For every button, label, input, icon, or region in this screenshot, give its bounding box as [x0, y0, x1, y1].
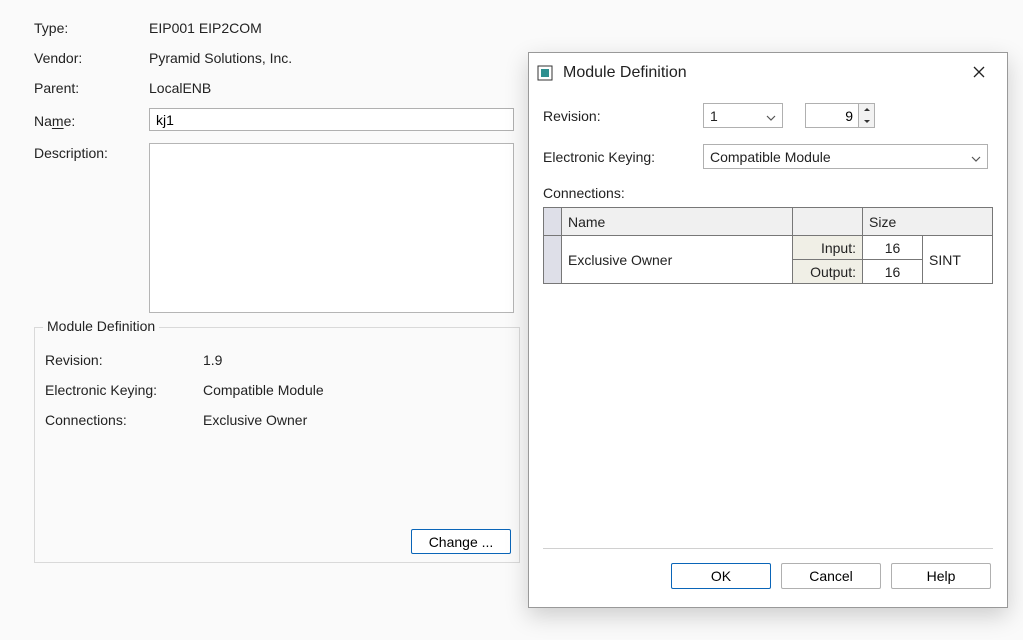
md-revision-row: Revision: 1.9: [45, 352, 519, 368]
vendor-value: Pyramid Solutions, Inc.: [149, 48, 292, 66]
md-conn-row: Connections: Exclusive Owner: [45, 412, 519, 428]
help-button[interactable]: Help: [891, 563, 991, 589]
revision-row: Revision: 1: [543, 103, 993, 128]
revision-major-select[interactable]: 1: [703, 103, 783, 128]
connections-table[interactable]: Name Size Exclusive Owner Input: 16 SINT: [543, 207, 993, 284]
close-icon: [973, 65, 985, 81]
type-label: Type:: [34, 18, 149, 36]
chevron-down-icon: [766, 108, 776, 124]
md-ek-label: Electronic Keying:: [45, 382, 203, 398]
connections-label: Connections:: [543, 185, 993, 201]
connections-header-name: Name: [562, 208, 793, 236]
name-input[interactable]: [149, 108, 514, 131]
ek-select-value: Compatible Module: [710, 149, 831, 165]
cancel-button[interactable]: Cancel: [781, 563, 881, 589]
parent-value: LocalENB: [149, 78, 211, 96]
connections-header-direction: [793, 208, 863, 236]
ek-select[interactable]: Compatible Module: [703, 144, 988, 169]
ok-button[interactable]: OK: [671, 563, 771, 589]
ek-label: Electronic Keying:: [543, 149, 703, 165]
connections-header-row-selector: [544, 208, 562, 236]
spinner-up-button[interactable]: [859, 104, 874, 116]
chevron-down-icon: [971, 149, 981, 165]
revision-major-value: 1: [710, 108, 718, 124]
close-button[interactable]: [959, 58, 999, 88]
revision-minor-spinner[interactable]: [805, 103, 875, 128]
properties-page: Type: EIP001 EIP2COM Vendor: Pyramid Sol…: [0, 0, 1023, 640]
parent-label: Parent:: [34, 78, 149, 96]
name-label-accel: m: [52, 113, 64, 129]
description-input[interactable]: [149, 143, 514, 313]
description-label: Description:: [34, 143, 149, 161]
module-definition-group: Module Definition Revision: 1.9 Electron…: [34, 327, 520, 563]
output-direction-label: Output:: [793, 260, 863, 284]
name-label: Name:: [34, 111, 149, 129]
dialog-body: Revision: 1: [529, 93, 1007, 563]
table-row-selector[interactable]: [544, 236, 562, 284]
change-button[interactable]: Change ...: [411, 529, 511, 554]
dialog-app-icon: [537, 65, 553, 81]
dialog-separator: [543, 548, 993, 549]
connection-name-cell[interactable]: Exclusive Owner: [562, 236, 793, 284]
md-conn-label: Connections:: [45, 412, 203, 428]
datatype-cell[interactable]: SINT: [923, 236, 993, 284]
type-value: EIP001 EIP2COM: [149, 18, 262, 36]
md-revision-label: Revision:: [45, 352, 203, 368]
output-size-cell[interactable]: 16: [863, 260, 923, 284]
connections-header-size: Size: [863, 208, 993, 236]
revision-minor-input[interactable]: [806, 104, 858, 127]
md-conn-value: Exclusive Owner: [203, 412, 307, 428]
revision-label: Revision:: [543, 108, 703, 124]
ek-row: Electronic Keying: Compatible Module: [543, 144, 993, 169]
input-size-cell[interactable]: 16: [863, 236, 923, 260]
module-definition-legend: Module Definition: [43, 318, 159, 334]
input-direction-label: Input:: [793, 236, 863, 260]
module-definition-dialog: Module Definition Revision: 1: [528, 52, 1008, 608]
dialog-titlebar[interactable]: Module Definition: [529, 53, 1007, 93]
md-ek-row: Electronic Keying: Compatible Module: [45, 382, 519, 398]
md-revision-value: 1.9: [203, 352, 222, 368]
dialog-button-row: OK Cancel Help: [529, 563, 1007, 607]
dialog-title: Module Definition: [563, 64, 959, 82]
type-row: Type: EIP001 EIP2COM: [34, 18, 1023, 36]
md-ek-value: Compatible Module: [203, 382, 324, 398]
name-label-pre: Na: [34, 113, 52, 129]
spinner-down-button[interactable]: [859, 116, 874, 128]
vendor-label: Vendor:: [34, 48, 149, 66]
name-label-post: e:: [64, 113, 76, 129]
